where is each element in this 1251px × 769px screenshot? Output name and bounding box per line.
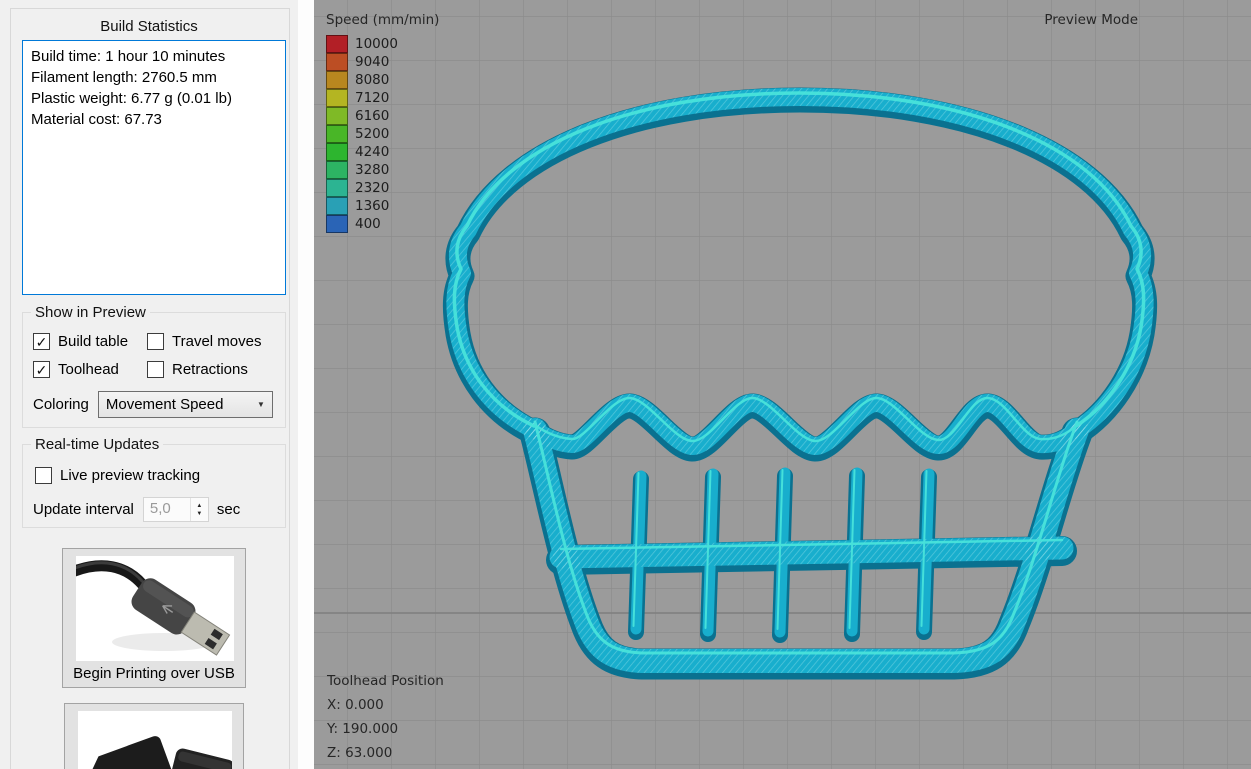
coloring-label: Coloring [33,396,89,413]
realtime-checkbox-slot: Live preview tracking [35,467,200,484]
checkbox-label: Live preview tracking [60,467,200,484]
viewport-3d[interactable]: Speed (mm/min) 10000 9040 8080 7120 6160 5200… [314,0,1251,769]
unchecked-checkbox-icon[interactable] [147,361,164,378]
sd-card-print-button[interactable] [64,703,244,769]
legend-value: 9040 [355,54,389,70]
checkbox-build-table[interactable]: ✓ Build table [33,333,147,350]
checkbox-label: Retractions [172,361,248,378]
legend-entry: 6160 [326,107,439,125]
update-interval-spinner[interactable]: 5,0 ▲ ▼ [143,497,209,522]
group-title: Real-time Updates [31,436,163,453]
usb-button-label: Begin Printing over USB [63,665,245,682]
legend-swatch [326,179,348,197]
legend-entry: 2320 [326,179,439,197]
checkbox-travel-moves[interactable]: Travel moves [147,333,277,350]
legend-entry: 9040 [326,53,439,71]
legend-entry: 400 [326,215,439,233]
legend-value: 2320 [355,180,389,196]
stat-line: Filament length: 2760.5 mm [31,67,277,88]
legend-entry: 8080 [326,71,439,89]
legend-swatch [326,107,348,125]
legend-value: 8080 [355,72,389,88]
legend-value: 3280 [355,162,389,178]
legend-swatch [326,35,348,53]
speed-legend: Speed (mm/min) 10000 9040 8080 7120 6160 5200… [326,12,439,233]
build-statistics-panel: Build Statistics Build time: 1 hour 10 m… [0,0,298,769]
legend-entry: 4240 [326,143,439,161]
legend-swatch [326,215,348,233]
toolhead-position-title: Toolhead Position [327,669,444,693]
coloring-value: Movement Speed [106,396,257,413]
legend-entry: 5200 [326,125,439,143]
legend-entry: 3280 [326,161,439,179]
update-interval-row: Update interval 5,0 ▲ ▼ sec [33,497,277,522]
group-show-in-preview: Show in Preview ✓Build tableTravel moves… [22,312,286,428]
begin-printing-usb-button[interactable]: Begin Printing over USB [62,548,246,688]
update-interval-unit: sec [217,501,240,518]
toolhead-y: Y: 190.000 [327,717,444,741]
legend-value: 10000 [355,36,398,52]
legend-entry: 10000 [326,35,439,53]
unchecked-checkbox-icon[interactable] [35,467,52,484]
preview-checkbox-grid: ✓ Build table Travel moves ✓ Toolhead Retract… [33,333,277,378]
update-interval-value[interactable]: 5,0 [144,498,190,521]
muffin-cookie-cutter-model [314,0,1251,769]
usb-cable-image [76,556,234,661]
legend-swatch [326,53,348,71]
checkbox-label: Build table [58,333,128,350]
legend-swatch [326,161,348,179]
coloring-dropdown[interactable]: Movement Speed ▼ [98,391,273,418]
checkbox-toolhead[interactable]: ✓ Toolhead [33,361,147,378]
slicer-app: Build Statistics Build time: 1 hour 10 m… [0,0,1251,769]
spinner-up-icon[interactable]: ▲ [196,502,202,510]
stat-line: Material cost: 67.73 [31,109,277,130]
build-stats-box: Build time: 1 hour 10 minutesFilament le… [22,40,286,295]
legend-value: 7120 [355,90,389,106]
checkbox-label: Travel moves [172,333,261,350]
preview-mode-label: Preview Mode [1044,12,1138,28]
coloring-row: Coloring Movement Speed ▼ [33,391,285,418]
page-title: Build Statistics [0,18,298,35]
legend-swatch [326,125,348,143]
unchecked-checkbox-icon[interactable] [147,333,164,350]
stat-line: Plastic weight: 6.77 g (0.01 lb) [31,88,277,109]
legend-swatch [326,89,348,107]
legend-value: 6160 [355,108,389,124]
checked-checkbox-icon[interactable]: ✓ [33,361,50,378]
legend-value: 1360 [355,198,389,214]
update-interval-label: Update interval [33,501,134,518]
checked-checkbox-icon[interactable]: ✓ [33,333,50,350]
legend-swatch [326,197,348,215]
legend-value: 4240 [355,144,389,160]
sd-cards-image [78,711,232,769]
legend-swatch [326,71,348,89]
spinner-down-icon[interactable]: ▼ [196,510,202,518]
group-title: Show in Preview [31,304,150,321]
stat-line: Build time: 1 hour 10 minutes [31,46,277,67]
checkbox-live-preview-tracking[interactable]: Live preview tracking [35,467,200,484]
checkbox-label: Toolhead [58,361,119,378]
dropdown-arrow-icon[interactable]: ▼ [257,400,265,409]
toolhead-position-block: Toolhead Position X: 0.000 Y: 190.000 Z:… [327,669,444,765]
panel-divider [298,0,314,769]
toolhead-z: Z: 63.000 [327,741,444,765]
legend-rows: 10000 9040 8080 7120 6160 5200 4240 3280 2320 136… [326,35,439,233]
checkbox-retractions[interactable]: Retractions [147,361,277,378]
legend-value: 400 [355,216,381,232]
legend-swatch [326,143,348,161]
legend-entry: 1360 [326,197,439,215]
group-realtime-updates: Real-time Updates Live preview tracking … [22,444,286,528]
toolhead-x: X: 0.000 [327,693,444,717]
spinner-buttons[interactable]: ▲ ▼ [190,498,208,521]
legend-title: Speed (mm/min) [326,12,439,28]
legend-value: 5200 [355,126,389,142]
legend-entry: 7120 [326,89,439,107]
